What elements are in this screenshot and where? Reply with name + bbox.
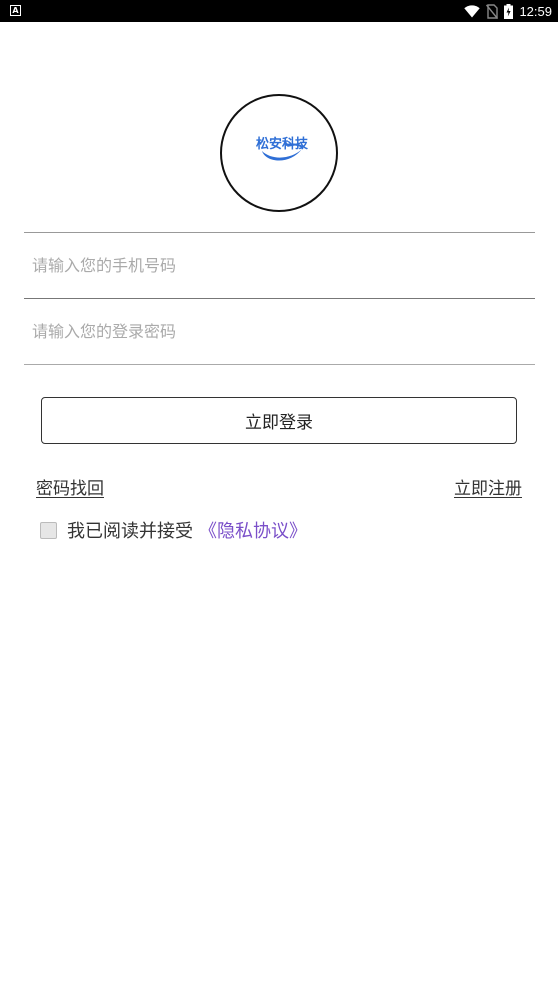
no-sim-icon	[486, 3, 499, 19]
status-icons: 12:59	[464, 0, 552, 22]
battery-charging-icon	[504, 3, 514, 19]
status-bar: A 12:59	[0, 0, 558, 22]
agreement-text: 我已阅读并接受	[67, 521, 193, 542]
divider-bottom	[24, 364, 535, 365]
wifi-icon	[464, 4, 481, 17]
password-input[interactable]	[24, 299, 535, 363]
agreement-checkbox[interactable]	[40, 521, 57, 539]
phone-input[interactable]	[24, 233, 535, 297]
logo-text: 松安科技	[255, 137, 308, 152]
app-logo: 松安科技	[220, 94, 338, 212]
agreement-row: 我已阅读并接受 《隐私协议》	[40, 518, 307, 542]
forgot-password-link[interactable]: 密码找回	[36, 474, 104, 499]
clock-time: 12:59	[519, 3, 552, 19]
register-link[interactable]: 立即注册	[454, 474, 522, 499]
privacy-policy-link[interactable]: 《隐私协议》	[199, 517, 307, 543]
notification-a-icon: A	[10, 5, 21, 16]
login-button[interactable]: 立即登录	[41, 397, 517, 444]
logo-mark: 松安科技	[254, 133, 310, 173]
